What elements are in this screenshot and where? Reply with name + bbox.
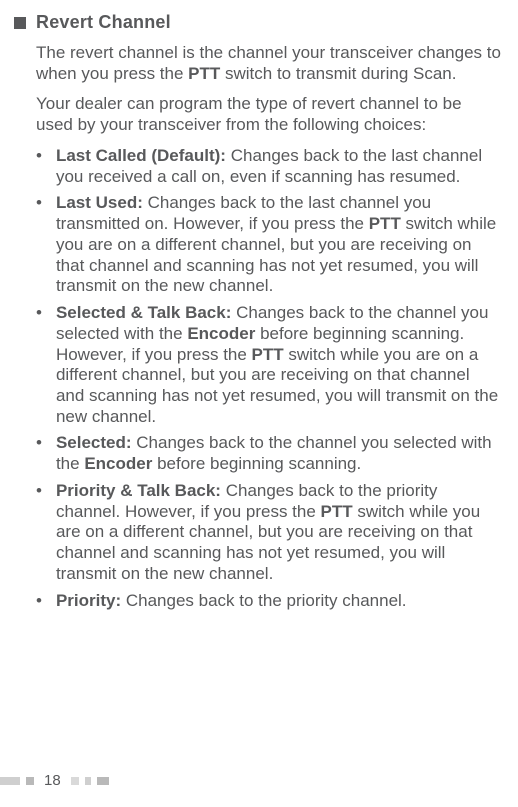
intro-p1-ptt: PTT [188,64,220,83]
bullet-dot-icon: • [36,591,42,612]
item-body: Changes back to the priority channel. [121,591,406,610]
intro-paragraph-1: The revert channel is the channel your t… [36,43,502,84]
item-ptt: PTT [321,502,353,521]
list-item: • Last Called (Default): Changes back to… [36,146,502,187]
list-item-text: Selected: Changes back to the channel yo… [56,433,502,474]
bullet-dot-icon: • [36,193,42,297]
item-term: Priority & Talk Back: [56,481,221,500]
bullet-dot-icon: • [36,146,42,187]
page-footer: 18 [0,772,109,789]
list-item-text: Priority & Talk Back: Changes back to th… [56,481,502,585]
bullet-dot-icon: • [36,481,42,585]
list-item: • Priority & Talk Back: Changes back to … [36,481,502,585]
footer-bar-icon [97,777,109,785]
item-encoder: Encoder [187,324,255,343]
list-item: • Priority: Changes back to the priority… [36,591,502,612]
item-term: Selected: [56,433,132,452]
item-body-b: before beginning scanning. [152,454,361,473]
list-item-text: Last Used: Changes back to the last chan… [56,193,502,297]
bullet-dot-icon: • [36,303,42,427]
item-encoder: Encoder [84,454,152,473]
list-item: • Last Used: Changes back to the last ch… [36,193,502,297]
item-ptt: PTT [252,345,284,364]
item-term: Last Called (Default): [56,146,226,165]
item-ptt: PTT [369,214,401,233]
list-item: • Selected: Changes back to the channel … [36,433,502,474]
footer-bar-icon [26,777,34,785]
list-item: • Selected & Talk Back: Changes back to … [36,303,502,427]
square-bullet-icon [14,17,26,29]
intro-paragraph-2: Your dealer can program the type of reve… [36,94,502,135]
section-header: Revert Channel [14,12,504,33]
intro-p1-part-c: switch to transmit during Scan. [220,64,456,83]
footer-bar-icon [71,777,79,785]
list-item-text: Selected & Talk Back: Changes back to th… [56,303,502,427]
page-number: 18 [44,772,61,789]
item-term: Priority: [56,591,121,610]
footer-bar-icon [85,777,91,785]
list-item-text: Priority: Changes back to the priority c… [56,591,407,612]
choices-list: • Last Called (Default): Changes back to… [36,146,502,611]
item-term: Last Used: [56,193,143,212]
section-title: Revert Channel [36,12,171,33]
bullet-dot-icon: • [36,433,42,474]
footer-bar-icon [0,777,20,785]
item-term: Selected & Talk Back: [56,303,231,322]
body: The revert channel is the channel your t… [14,43,504,611]
list-item-text: Last Called (Default): Changes back to t… [56,146,502,187]
